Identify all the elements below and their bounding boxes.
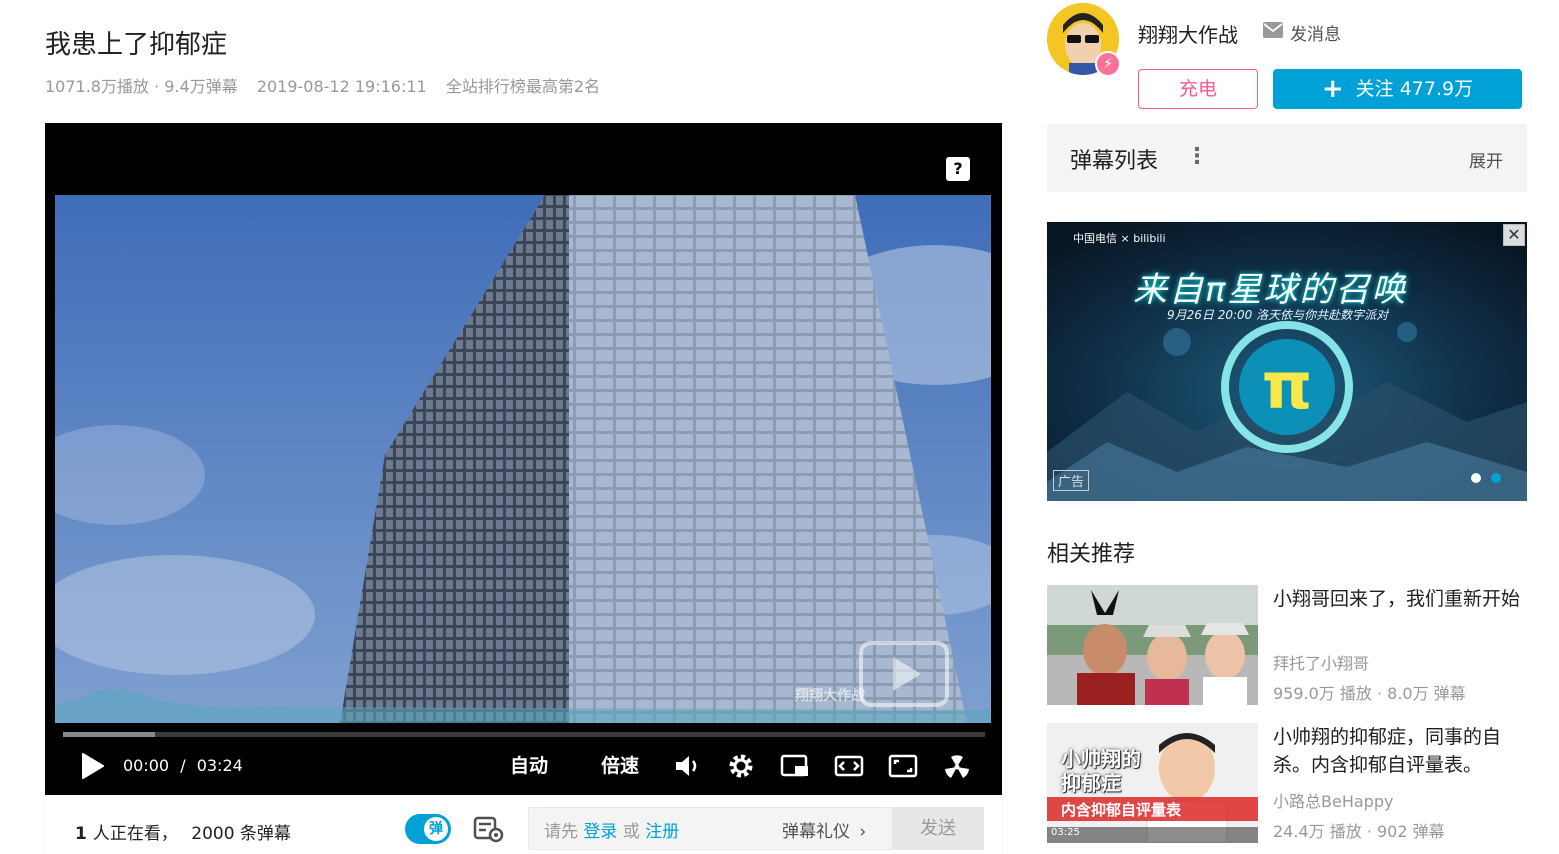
login-link[interactable]: 登录 bbox=[583, 822, 617, 842]
settings-gear-icon[interactable] bbox=[726, 751, 756, 781]
danmaku-list-expand[interactable]: 展开 bbox=[1469, 147, 1503, 172]
close-icon[interactable]: ✕ bbox=[1503, 224, 1525, 246]
related-stats: 959.0万 播放 · 8.0万 弹幕 bbox=[1273, 684, 1466, 703]
thumbnail-duration: 03:25 bbox=[1051, 827, 1080, 838]
carousel-dot[interactable] bbox=[1471, 473, 1481, 483]
send-message-link[interactable]: 发消息 bbox=[1290, 20, 1341, 45]
time-current: 00:00 bbox=[123, 756, 170, 775]
thumbnail-text: 抑郁症 bbox=[1061, 771, 1121, 795]
progress-bar[interactable] bbox=[63, 732, 985, 737]
progress-buffer bbox=[63, 732, 156, 737]
uploader-watermark: 翔翔大作战 bbox=[795, 688, 865, 704]
etiquette-label: 弹幕礼仪 bbox=[782, 822, 850, 842]
video-frame[interactable]: 翔翔大作战 bbox=[55, 195, 991, 723]
help-icon[interactable]: ? bbox=[946, 157, 970, 181]
chevron-right-icon: › bbox=[859, 822, 867, 842]
viewer-info: 1 人正在看， 2000 条弹幕 bbox=[75, 819, 291, 844]
play-icon[interactable] bbox=[77, 751, 107, 781]
danmaku-toggle[interactable]: 弹 bbox=[405, 814, 451, 844]
speed-button[interactable]: 倍速 bbox=[601, 751, 639, 781]
login-hint: 请先 登录 或 注册 bbox=[544, 817, 679, 842]
thumbnail-image bbox=[1047, 585, 1258, 705]
danmaku-toggle-label: 弹 bbox=[424, 817, 448, 841]
rank-badge[interactable]: 全站排行榜最高第2名 bbox=[446, 77, 600, 96]
related-thumbnail[interactable] bbox=[1047, 585, 1258, 705]
charge-button[interactable]: 充电 bbox=[1138, 69, 1258, 109]
ad-subtitle: 9月26日 20:00 洛天依与你共赴数字派对 bbox=[1167, 308, 1389, 322]
video-player[interactable]: ? 翔翔大作战 00:00 / 03:24 自动 倍速 bbox=[45, 123, 1002, 795]
radiation-icon[interactable] bbox=[942, 751, 972, 781]
hint-prefix: 请先 bbox=[544, 822, 578, 842]
lightning-badge-icon: ⚡ bbox=[1095, 51, 1121, 77]
ad-headline: 来自π星球的召唤 bbox=[1133, 270, 1408, 310]
quality-button[interactable]: 自动 bbox=[510, 751, 548, 781]
play-stats: 1071.8万播放 · 9.4万弹幕 bbox=[45, 77, 238, 96]
related-video-title[interactable]: 小帅翔的抑郁症，同事的自杀。内含抑郁自评量表。 bbox=[1273, 723, 1527, 779]
viewer-text: 人正在看， bbox=[92, 824, 178, 844]
viewer-count: 1 bbox=[75, 824, 87, 844]
danmaku-count: 2000 条弹幕 bbox=[191, 824, 291, 844]
follow-label: 关注 477.9万 bbox=[1355, 78, 1474, 100]
ad-banner[interactable]: π 中国电信 × bilibili 来自π星球的召唤 9月26日 20:00 洛… bbox=[1047, 222, 1527, 501]
register-link[interactable]: 注册 bbox=[645, 822, 679, 842]
mail-icon[interactable] bbox=[1263, 22, 1283, 38]
related-title: 相关推荐 bbox=[1047, 542, 1136, 567]
publish-date: 2019-08-12 19:16:11 bbox=[256, 77, 427, 96]
fullscreen-icon[interactable] bbox=[888, 751, 918, 781]
plus-icon: + bbox=[1321, 74, 1344, 104]
danmaku-settings-icon[interactable] bbox=[473, 815, 505, 843]
related-uploader[interactable]: 小路总BeHappy bbox=[1273, 788, 1393, 812]
related-thumbnail[interactable]: 小帅翔的 抑郁症 内含抑郁自评量表 03:25 bbox=[1047, 723, 1258, 843]
danmaku-list-title: 弹幕列表 bbox=[1070, 149, 1159, 174]
volume-icon[interactable] bbox=[672, 751, 702, 781]
time-total: 03:24 bbox=[196, 756, 243, 775]
ad-label: 广告 bbox=[1053, 470, 1090, 491]
send-button[interactable]: 发送 bbox=[892, 807, 984, 850]
uploader-name[interactable]: 翔翔大作战 bbox=[1138, 19, 1238, 48]
pip-icon[interactable] bbox=[780, 751, 810, 781]
more-vertical-icon[interactable]: ⋮ bbox=[1186, 144, 1208, 169]
hint-or: 或 bbox=[622, 822, 640, 842]
related-stats: 24.4万 播放 · 902 弹幕 bbox=[1273, 822, 1445, 841]
video-title: 我患上了抑郁症 bbox=[45, 30, 228, 60]
carousel-dot-active[interactable] bbox=[1491, 473, 1501, 483]
video-meta: 1071.8万播放 · 9.4万弹幕 2019-08-12 19:16:11 全… bbox=[45, 73, 614, 97]
widescreen-icon[interactable] bbox=[834, 751, 864, 781]
danmaku-etiquette-link[interactable]: 弹幕礼仪 › bbox=[782, 817, 866, 842]
ad-brand: 中国电信 × bilibili bbox=[1073, 232, 1166, 245]
follow-button[interactable]: + 关注 477.9万 bbox=[1273, 69, 1522, 109]
time-separator: / bbox=[180, 756, 186, 775]
related-uploader[interactable]: 拜托了小翔哥 bbox=[1273, 650, 1369, 674]
svg-text:π: π bbox=[1262, 350, 1313, 424]
thumbnail-banner: 内含抑郁自评量表 bbox=[1061, 801, 1182, 819]
time-display: 00:00 / 03:24 bbox=[123, 751, 243, 781]
related-video-title[interactable]: 小翔哥回来了，我们重新开始 bbox=[1273, 585, 1527, 613]
video-scene bbox=[55, 195, 991, 723]
